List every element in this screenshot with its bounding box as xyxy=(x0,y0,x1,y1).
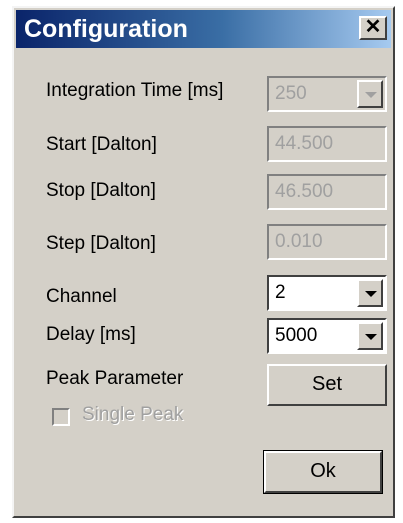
delay-select[interactable]: 5000 xyxy=(267,318,387,354)
chevron-down-icon[interactable] xyxy=(357,279,383,307)
set-button-label: Set xyxy=(311,373,343,395)
integration-time-value: 250 xyxy=(275,83,307,104)
ok-button-label: Ok xyxy=(310,460,336,482)
step-field: 0.010 xyxy=(267,224,387,260)
title-bar: Configuration ✕ xyxy=(16,10,391,48)
step-value: 0.010 xyxy=(275,231,323,252)
step-label: Step [Dalton] xyxy=(46,233,156,254)
single-peak-checkbox xyxy=(52,408,70,426)
stop-label: Stop [Dalton] xyxy=(46,180,156,201)
window-title: Configuration xyxy=(24,15,188,43)
chevron-down-icon[interactable] xyxy=(357,322,383,350)
channel-value: 2 xyxy=(275,282,286,303)
start-value: 44.500 xyxy=(275,133,334,154)
ok-button[interactable]: Ok xyxy=(263,450,383,494)
chevron-down-icon xyxy=(357,80,383,108)
integration-time-select: 250 xyxy=(267,76,387,112)
peak-parameter-label: Peak Parameter xyxy=(46,368,184,389)
set-button[interactable]: Set xyxy=(267,364,387,406)
close-button[interactable]: ✕ xyxy=(359,16,387,40)
delay-label: Delay [ms] xyxy=(46,324,136,345)
stop-field: 46.500 xyxy=(267,174,387,210)
start-field: 44.500 xyxy=(267,126,387,162)
stop-value: 46.500 xyxy=(275,181,334,202)
delay-value: 5000 xyxy=(275,325,318,346)
start-label: Start [Dalton] xyxy=(46,134,157,155)
channel-label: Channel xyxy=(46,286,117,307)
configuration-dialog: Configuration ✕ Integration Time [ms] 25… xyxy=(12,6,395,518)
channel-select[interactable]: 2 xyxy=(267,275,387,311)
close-icon: ✕ xyxy=(364,16,382,38)
single-peak-label: Single Peak xyxy=(82,404,184,425)
integration-time-label: Integration Time [ms] xyxy=(46,80,224,101)
